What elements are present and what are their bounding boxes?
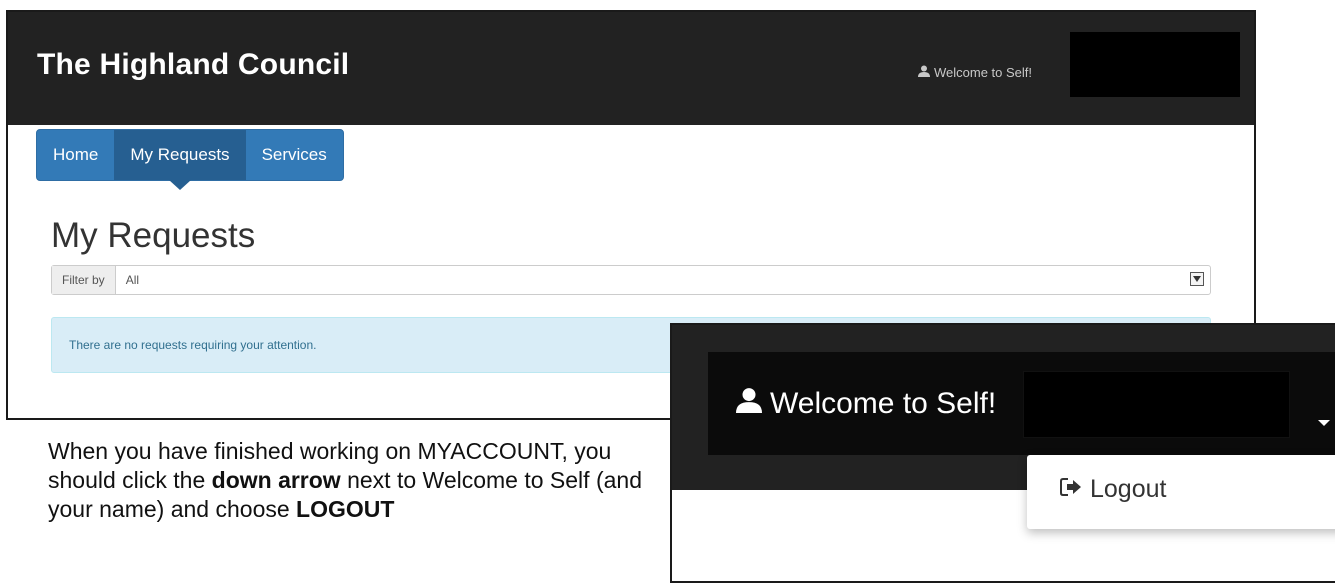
- welcome-text: Welcome to Self!: [934, 65, 1033, 80]
- instruction-bold-logout: LOGOUT: [296, 496, 395, 522]
- caret-down-icon[interactable]: [1318, 420, 1330, 426]
- zoom-welcome-panel[interactable]: Welcome to Self!: [708, 352, 1335, 455]
- site-header: The Highland Council Welcome to Self!: [8, 12, 1254, 125]
- user-icon: [918, 65, 930, 80]
- filter-label: Filter by: [52, 266, 116, 294]
- filter-selected-value: All: [125, 273, 140, 287]
- logout-label: Logout: [1090, 475, 1167, 503]
- tab-my-requests[interactable]: My Requests: [114, 130, 246, 190]
- page-title: My Requests: [51, 216, 256, 255]
- redacted-username: [1070, 32, 1240, 97]
- redacted-username: [1024, 372, 1289, 437]
- user-icon: [736, 387, 762, 421]
- tab-services[interactable]: Services: [246, 130, 343, 180]
- zoom-welcome-text: Welcome to Self!: [770, 387, 997, 420]
- instruction-text: When you have finished working on MYACCO…: [48, 437, 658, 524]
- user-dropdown-menu: Logout: [1027, 455, 1335, 529]
- main-nav: Home My Requests Services: [36, 129, 344, 190]
- logout-icon: [1060, 475, 1082, 504]
- filter-select[interactable]: All: [116, 266, 1210, 294]
- welcome-menu-toggle[interactable]: Welcome to Self!: [918, 65, 1032, 80]
- site-title[interactable]: The Highland Council: [37, 48, 349, 82]
- zoom-welcome-toggle[interactable]: Welcome to Self!: [736, 387, 996, 421]
- instruction-bold-down-arrow: down arrow: [211, 467, 341, 493]
- logout-menu-item[interactable]: Logout: [1060, 475, 1166, 504]
- zoomed-screenshot: Welcome to Self! Logout: [670, 323, 1335, 583]
- filter-row: Filter by All: [51, 265, 1211, 295]
- chevron-down-icon[interactable]: [1190, 272, 1204, 286]
- tab-home[interactable]: Home: [37, 130, 114, 180]
